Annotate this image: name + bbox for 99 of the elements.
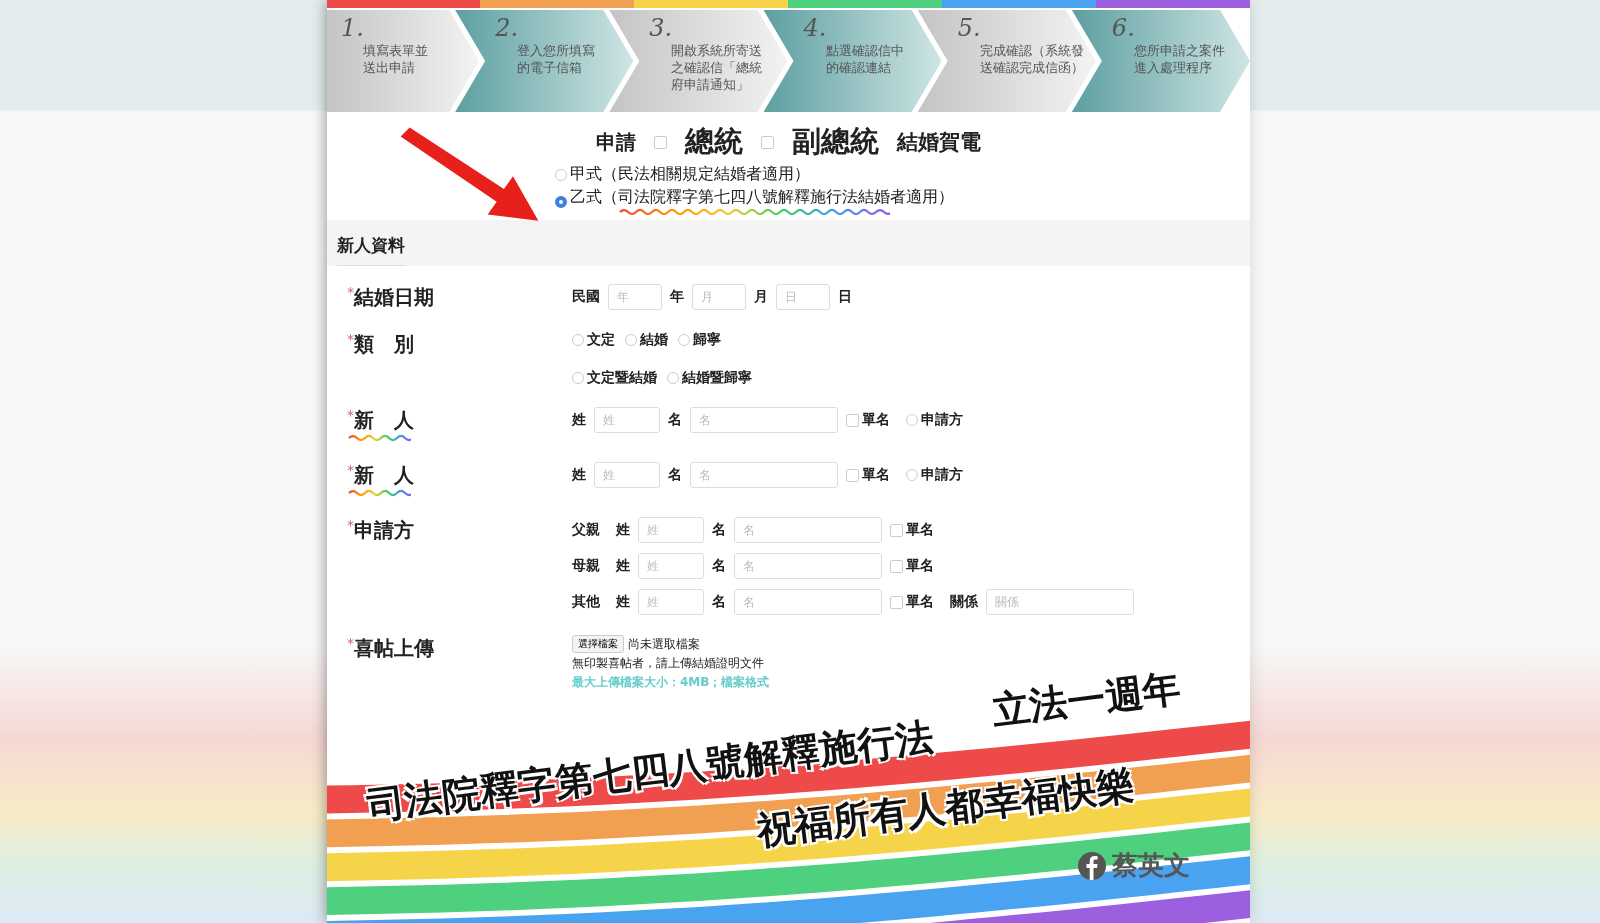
checkbox[interactable]	[654, 135, 667, 149]
title-text: 結婚賀電	[897, 129, 981, 156]
given-name-field[interactable]: 名	[690, 462, 838, 488]
checkbox[interactable]	[761, 135, 774, 149]
field-label: 名	[712, 593, 726, 611]
field-label: 名	[668, 466, 682, 484]
checkbox[interactable]	[890, 595, 903, 609]
date-field[interactable]: 年	[608, 284, 662, 310]
field-label: 新 人	[354, 462, 414, 489]
given-name-field[interactable]: 名	[734, 589, 882, 615]
date-field[interactable]: 月	[692, 284, 746, 310]
option-label: 歸寧	[693, 331, 721, 349]
field-label: 姓	[572, 466, 586, 484]
option-label: 結婚	[640, 331, 668, 349]
given-name-field[interactable]: 名	[734, 517, 882, 543]
field-label: 姓	[572, 411, 586, 429]
unit-label: 年	[670, 288, 684, 306]
section-title: 新人資料	[337, 234, 405, 266]
step-text: 完成確認（系統發 送確認完成信函）	[979, 42, 1084, 76]
radio-button[interactable]	[906, 414, 918, 426]
step-number: 4.	[803, 14, 827, 42]
required-mark: *	[347, 635, 354, 651]
surname-field[interactable]: 姓	[638, 517, 704, 543]
checkbox[interactable]	[890, 523, 903, 537]
upload-note: 無印製喜帖者，請上傳結婚證明文件	[572, 655, 765, 672]
field-label: 民國	[572, 288, 600, 306]
field-label: 結婚日期	[354, 284, 434, 311]
option-label: 單名	[862, 466, 890, 484]
field-label: 類 別	[354, 331, 414, 358]
radio-button[interactable]	[625, 334, 637, 346]
required-mark: *	[347, 517, 354, 533]
date-field[interactable]: 日	[776, 284, 830, 310]
banner-text: 立法一週年	[988, 665, 1184, 735]
step-text: 開啟系統所寄送 之確認信「總統 府申請通知」	[671, 42, 763, 93]
required-mark: *	[347, 331, 354, 347]
option-label: 單名	[862, 411, 890, 429]
step-number: 3.	[649, 14, 673, 42]
field-label: 名	[712, 557, 726, 575]
checkbox[interactable]	[890, 559, 903, 573]
file-status: 尚未選取檔案	[628, 635, 700, 653]
field-label: 喜帖上傳	[354, 635, 434, 662]
wavy-underline	[347, 434, 411, 442]
surname-field[interactable]: 姓	[594, 462, 660, 488]
unit-label: 日	[838, 288, 852, 306]
field-label: 名	[712, 521, 726, 539]
radio-button[interactable]	[667, 372, 679, 384]
form-type-label: 乙式（司法院釋字第七四八號解釋施行法結婚者適用）	[570, 187, 954, 208]
field-label: 關係	[950, 593, 978, 611]
required-mark: *	[347, 407, 354, 423]
surname-field[interactable]: 姓	[594, 407, 660, 433]
field-label: 名	[668, 411, 682, 429]
radio-button[interactable]	[572, 372, 584, 384]
title-option: 副總統	[792, 122, 879, 162]
radio-button[interactable]	[555, 195, 567, 208]
relation-label: 父親	[572, 521, 601, 539]
field-label: 姓	[616, 557, 630, 575]
field-label: 姓	[616, 593, 630, 611]
step-number: 6.	[1111, 14, 1135, 42]
social-icon	[1078, 851, 1106, 880]
option-label: 文定暨結婚	[587, 369, 657, 387]
step-number: 2.	[495, 14, 519, 42]
title-option: 總統	[685, 122, 743, 162]
option-label: 申請方	[921, 411, 963, 429]
option-label: 文定	[587, 331, 615, 349]
step-text: 您所申請之案件 進入處理程序	[1133, 42, 1225, 76]
required-mark: *	[347, 462, 354, 478]
field-label: 姓	[616, 521, 630, 539]
relationship-field[interactable]: 關係	[986, 589, 1134, 615]
radio-button[interactable]	[572, 334, 584, 346]
option-label: 單名	[906, 593, 934, 611]
wavy-underline	[347, 489, 411, 497]
option-label: 單名	[906, 557, 934, 575]
option-label: 單名	[906, 521, 934, 539]
relation-label: 母親	[572, 557, 601, 575]
field-label: 申請方	[354, 517, 414, 544]
upload-limit: 最大上傳檔案大小：4MB；檔案格式	[572, 674, 770, 691]
radio-button[interactable]	[678, 334, 690, 346]
form-type-label: 甲式（民法相關規定結婚者適用）	[570, 164, 810, 185]
choose-file-button[interactable]: 選擇檔案	[572, 635, 624, 653]
radio-button[interactable]	[906, 469, 918, 481]
option-label: 結婚暨歸寧	[682, 369, 752, 387]
given-name-field[interactable]: 名	[690, 407, 838, 433]
title-text: 申請	[596, 128, 636, 156]
surname-field[interactable]: 姓	[638, 553, 704, 579]
checkbox[interactable]	[846, 413, 859, 427]
checkbox[interactable]	[846, 468, 859, 482]
required-mark: *	[347, 284, 354, 300]
given-name-field[interactable]: 名	[734, 553, 882, 579]
step-number: 5.	[957, 14, 981, 42]
step-text: 點選確認信中 的確認連結	[825, 42, 904, 76]
field-label: 新 人	[354, 407, 414, 434]
surname-field[interactable]: 姓	[638, 589, 704, 615]
step-number: 1.	[341, 14, 364, 42]
unit-label: 月	[754, 288, 768, 306]
option-label: 申請方	[921, 466, 963, 484]
relation-label: 其他	[572, 593, 601, 611]
radio-button[interactable]	[555, 168, 567, 181]
step-text: 填寫表單並 送出申請	[363, 42, 428, 76]
step-text: 登入您所填寫 的電子信箱	[517, 42, 596, 76]
